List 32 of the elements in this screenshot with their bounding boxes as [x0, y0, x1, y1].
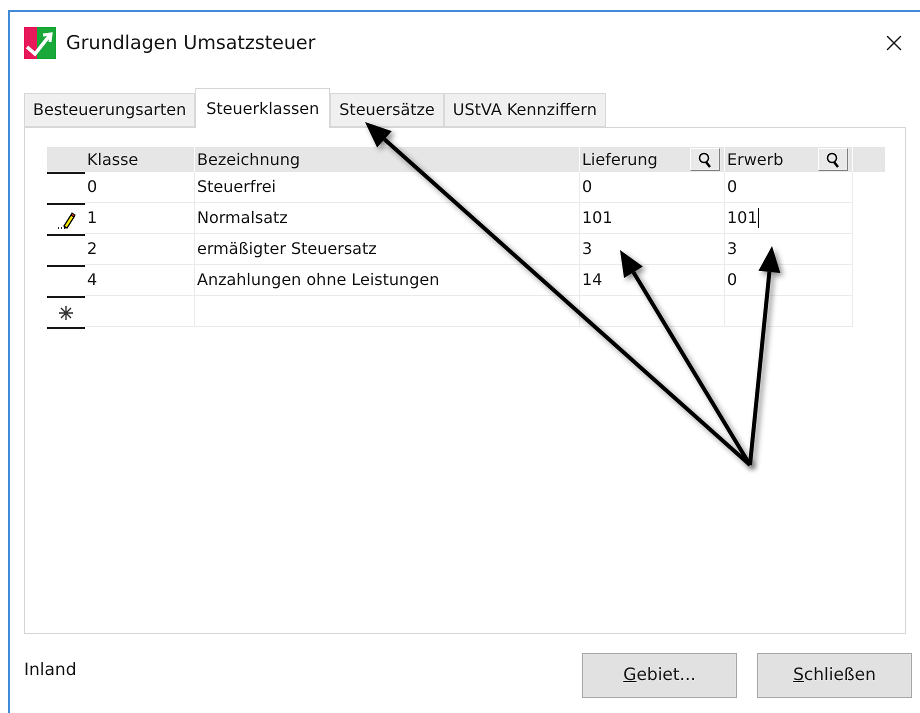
table-cell: 101: [580, 203, 725, 234]
status-label: Inland: [24, 659, 76, 682]
column-header-label: Bezeichnung: [197, 148, 300, 170]
app-logo-icon: [24, 27, 56, 59]
table-cell: 4: [85, 265, 195, 296]
table-cell: 0: [85, 172, 195, 203]
dialog-button[interactable]: Gebiet...: [582, 653, 737, 698]
lookup-button[interactable]: [818, 148, 848, 171]
asterisk-icon: [58, 304, 74, 320]
tab[interactable]: Besteuerungsarten: [24, 93, 196, 127]
table-cell: ermäßigter Steuersatz: [195, 234, 580, 265]
text-cursor: [758, 208, 760, 228]
table-cell: Anzahlungen ohne Leistungen: [195, 265, 580, 296]
table-cell: 101: [725, 203, 853, 234]
table-cell: 2: [85, 234, 195, 265]
column-header-label: Klasse: [87, 148, 138, 170]
tab[interactable]: Steuersätze: [330, 93, 444, 127]
column-header-label: Lieferung: [582, 148, 658, 170]
dialog-button[interactable]: Schließen: [757, 653, 912, 698]
magnifier-icon: [826, 152, 840, 168]
table-cell: Normalsatz: [195, 203, 580, 234]
table-cell: 0: [725, 172, 853, 203]
pencil-icon: [56, 210, 76, 230]
window-title: Grundlagen Umsatzsteuer: [66, 30, 316, 56]
tab[interactable]: Steuerklassen: [195, 88, 330, 128]
column-header-label: Erwerb: [727, 148, 784, 170]
table-cell: Steuerfrei: [195, 172, 580, 203]
table-cell: 0: [580, 172, 725, 203]
lookup-button[interactable]: [690, 148, 720, 171]
table-cell: 1: [85, 203, 195, 234]
tab[interactable]: UStVA Kennziffern: [444, 93, 606, 127]
magnifier-icon: [698, 152, 712, 168]
